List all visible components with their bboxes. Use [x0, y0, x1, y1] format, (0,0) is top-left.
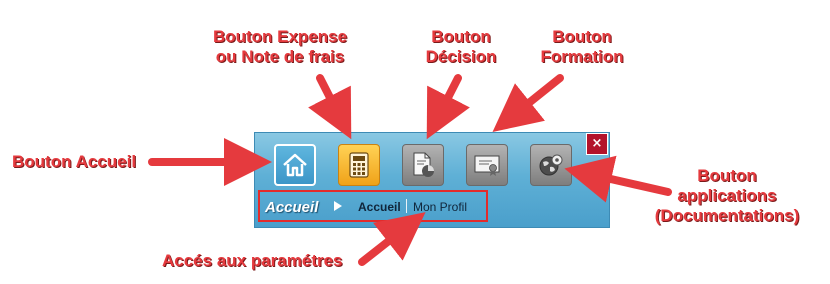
label-accueil: Bouton Accueil: [12, 152, 137, 171]
label-applications: Bouton applications (Documentations): [638, 166, 816, 226]
label-expense: Bouton Expense ou Note de frais: [200, 27, 360, 67]
label-parametres: Accés aux paramétres: [162, 251, 343, 270]
arrow-decision: [426, 74, 470, 140]
label-expense-line2: ou Note de frais: [215, 47, 345, 66]
label-apps-line1: Bouton: [697, 166, 757, 185]
label-decision-line2: Décision: [425, 47, 497, 66]
label-apps-line3: (Documentations): [654, 206, 800, 225]
label-apps-line2: applications: [677, 186, 777, 205]
label-decision-line1: Bouton: [431, 27, 491, 46]
arrow-formation: [492, 74, 564, 132]
label-formation: Bouton Formation: [536, 27, 628, 67]
arrow-expense: [308, 74, 352, 140]
label-formation-line1: Bouton: [552, 27, 612, 46]
annotation-arrows: [148, 74, 672, 266]
label-formation-line2: Formation: [540, 47, 624, 66]
label-expense-line1: Bouton Expense: [212, 27, 348, 46]
label-decision: Bouton Décision: [416, 27, 506, 67]
arrow-parametres: [358, 212, 426, 266]
